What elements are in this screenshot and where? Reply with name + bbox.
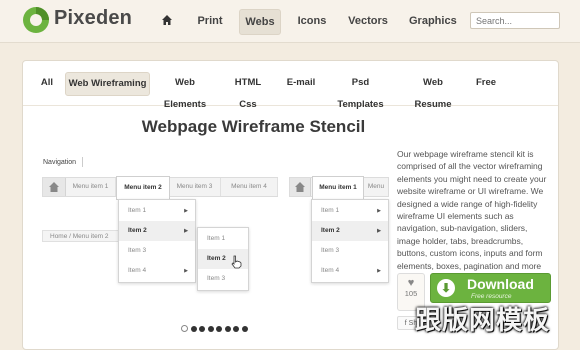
category-psd-templates[interactable]: Psd Templates <box>328 72 393 110</box>
preview-dropdown2-item: Item 4 ▶ <box>321 267 381 274</box>
slider-dot[interactable] <box>199 326 205 332</box>
download-button[interactable]: ⬇ Download Free resource <box>430 273 551 303</box>
preview-dropdown-2: Item 1 ▶ Item 2 ▶ Item 3 Item 4 ▶ <box>311 199 389 283</box>
category-web-resume[interactable]: Web Resume <box>405 72 461 110</box>
nav-graphics[interactable]: Graphics <box>409 9 457 33</box>
category-all[interactable]: All <box>36 72 58 94</box>
nav-webs[interactable]: Webs <box>239 9 281 35</box>
preview-subdropdown-item: Item 1 <box>207 235 226 242</box>
pixeden-logo-icon[interactable] <box>22 6 50 34</box>
preview-dropdown-item: Item 4 ▶ <box>128 267 188 274</box>
slider-dot[interactable] <box>216 326 222 332</box>
preview-navbar-1: Menu item 1 Menu item 2 Menu item 3 Menu… <box>42 176 278 200</box>
slider-pagination <box>181 319 250 332</box>
preview-home-icon-2 <box>290 178 311 196</box>
preview-menu2-item-active: Menu item 1 <box>312 176 364 200</box>
preview-menu-item-active: Menu item 2 <box>116 176 170 200</box>
slider-dot[interactable] <box>241 326 248 332</box>
slider-dot[interactable] <box>190 326 197 332</box>
like-count: 105 <box>404 289 418 298</box>
preview-dropdown: Item 1 ▶ Item 2 ▶ Item 3 Item 4 ▶ <box>118 199 196 283</box>
product-preview[interactable]: Navigation Menu item 1 Menu item 2 Menu … <box>34 148 389 308</box>
category-email[interactable]: E-mail <box>285 72 317 94</box>
preview-dropdown2-item-active: Item 2 ▶ <box>312 221 388 241</box>
preview-navbar-2: Menu item 1 Menu item 2 <box>289 176 389 208</box>
slider-dot[interactable] <box>233 326 239 332</box>
category-bar: All Web Wireframing Web Elements HTML Cs… <box>23 61 558 110</box>
home-icon[interactable] <box>160 13 174 27</box>
preview-divider <box>82 157 83 167</box>
nav-print[interactable]: Print <box>195 9 225 33</box>
product-description: Our webpage wireframe stencil kit is com… <box>397 149 547 271</box>
preview-menu-item: Menu item 3 <box>169 178 221 196</box>
preview-dropdown2-item: Item 1 ▶ <box>321 207 381 214</box>
preview-navigation-label: Navigation <box>43 159 77 166</box>
search-input[interactable] <box>470 12 560 29</box>
slider-dot[interactable] <box>207 326 214 332</box>
brand-name[interactable]: Pixeden <box>54 7 132 30</box>
category-web-elements[interactable]: Web Elements <box>153 72 217 110</box>
preview-menu-item: Menu item 1 <box>66 178 116 196</box>
hand-cursor-icon <box>231 255 242 269</box>
product-title: Webpage Wireframe Stencil <box>141 117 366 136</box>
preview-home-icon <box>43 178 66 196</box>
category-web-wireframing[interactable]: Web Wireframing <box>65 72 150 96</box>
preview-dropdown2-item: Item 3 <box>321 247 340 254</box>
download-sublabel: Free resource <box>471 293 512 300</box>
category-free[interactable]: Free <box>472 72 500 94</box>
site-watermark: 跟版网模板 <box>415 305 551 335</box>
nav-icons[interactable]: Icons <box>295 9 329 33</box>
preview-dropdown-item-active: Item 2 ▶ <box>119 221 195 241</box>
category-html-css[interactable]: HTML Css <box>225 72 271 110</box>
nav-vectors[interactable]: Vectors <box>348 9 388 33</box>
top-bar: Pixeden Print Webs Icons Vectors Graphic… <box>0 0 580 43</box>
download-label: Download <box>467 276 534 292</box>
download-arrow-icon: ⬇ <box>437 279 455 297</box>
slider-dot[interactable] <box>181 325 188 332</box>
heart-icon: ♥ <box>407 277 415 289</box>
preview-menu-item: Menu item 4 <box>221 178 278 196</box>
slider-dot[interactable] <box>224 326 231 332</box>
preview-dropdown-item: Item 1 ▶ <box>128 207 188 214</box>
preview-subdropdown-item: Item 3 <box>207 275 226 282</box>
preview-breadcrumb: Home / Menu item 2 <box>42 230 125 242</box>
preview-dropdown-item: Item 3 <box>128 247 147 254</box>
preview-menu2-item: Menu item 2 <box>367 183 385 208</box>
